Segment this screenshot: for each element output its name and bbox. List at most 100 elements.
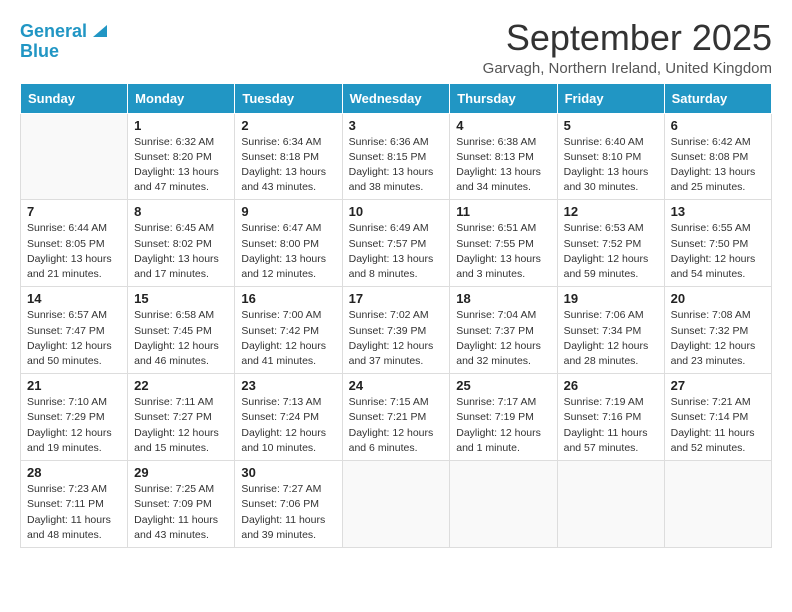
day-info: Sunrise: 6:34 AMSunset: 8:18 PMDaylight:… bbox=[241, 135, 335, 196]
day-number: 5 bbox=[564, 118, 658, 133]
calendar-cell bbox=[342, 461, 450, 548]
calendar-cell: 28 Sunrise: 7:23 AMSunset: 7:11 PMDayligh… bbox=[21, 461, 128, 548]
day-info: Sunrise: 7:10 AMSunset: 7:29 PMDaylight:… bbox=[27, 395, 121, 456]
calendar-cell: 14 Sunrise: 6:57 AMSunset: 7:47 PMDayligh… bbox=[21, 287, 128, 374]
page: General Blue September 2025 Garvagh, Nor… bbox=[0, 0, 792, 612]
calendar-week-row: 7Sunrise: 6:44 AMSunset: 8:05 PMDaylight… bbox=[21, 200, 772, 287]
day-number: 25 bbox=[456, 378, 550, 393]
calendar-cell: 1Sunrise: 6:32 AMSunset: 8:20 PMDaylight… bbox=[128, 113, 235, 200]
day-number: 29 bbox=[134, 465, 228, 480]
calendar-cell: 13 Sunrise: 6:55 AMSunset: 7:50 PMDayligh… bbox=[664, 200, 771, 287]
calendar-cell bbox=[664, 461, 771, 548]
day-number: 23 bbox=[241, 378, 335, 393]
calendar-cell: 26Sunrise: 7:19 AMSunset: 7:16 PMDayligh… bbox=[557, 374, 664, 461]
calendar-cell: 10 Sunrise: 6:49 AMSunset: 7:57 PMDayligh… bbox=[342, 200, 450, 287]
header: General Blue September 2025 Garvagh, Nor… bbox=[20, 18, 772, 77]
day-info: Sunrise: 6:49 AMSunset: 7:57 PMDaylight:… bbox=[349, 221, 444, 282]
day-number: 4 bbox=[456, 118, 550, 133]
logo-subtext: Blue bbox=[20, 41, 59, 61]
day-info: Sunrise: 6:42 AMSunset: 8:08 PMDaylight:… bbox=[671, 135, 765, 196]
calendar-cell: 22 Sunrise: 7:11 AMSunset: 7:27 PMDayligh… bbox=[128, 374, 235, 461]
calendar-header-row: SundayMondayTuesdayWednesdayThursdayFrid… bbox=[21, 83, 772, 113]
header-day-sunday: Sunday bbox=[21, 83, 128, 113]
day-number: 3 bbox=[349, 118, 444, 133]
header-day-saturday: Saturday bbox=[664, 83, 771, 113]
calendar-cell: 25 Sunrise: 7:17 AMSunset: 7:19 PMDayligh… bbox=[450, 374, 557, 461]
day-info: Sunrise: 6:53 AMSunset: 7:52 PMDaylight:… bbox=[564, 221, 658, 282]
day-number: 21 bbox=[27, 378, 121, 393]
calendar-cell: 6 Sunrise: 6:42 AMSunset: 8:08 PMDaylight… bbox=[664, 113, 771, 200]
day-info: Sunrise: 6:45 AMSunset: 8:02 PMDaylight:… bbox=[134, 221, 228, 282]
calendar-cell: 12 Sunrise: 6:53 AMSunset: 7:52 PMDayligh… bbox=[557, 200, 664, 287]
header-day-monday: Monday bbox=[128, 83, 235, 113]
day-info: Sunrise: 7:02 AMSunset: 7:39 PMDaylight:… bbox=[349, 308, 444, 369]
month-title: September 2025 bbox=[483, 18, 772, 58]
day-info: Sunrise: 7:25 AMSunset: 7:09 PMDaylight:… bbox=[134, 482, 228, 543]
day-number: 6 bbox=[671, 118, 765, 133]
calendar-cell: 4 Sunrise: 6:38 AMSunset: 8:13 PMDaylight… bbox=[450, 113, 557, 200]
day-number: 14 bbox=[27, 291, 121, 306]
header-day-tuesday: Tuesday bbox=[235, 83, 342, 113]
calendar-cell: 17 Sunrise: 7:02 AMSunset: 7:39 PMDayligh… bbox=[342, 287, 450, 374]
day-number: 12 bbox=[564, 204, 658, 219]
calendar-cell: 20Sunrise: 7:08 AMSunset: 7:32 PMDayligh… bbox=[664, 287, 771, 374]
day-info: Sunrise: 7:27 AMSunset: 7:06 PMDaylight:… bbox=[241, 482, 335, 543]
day-number: 11 bbox=[456, 204, 550, 219]
day-number: 24 bbox=[349, 378, 444, 393]
day-info: Sunrise: 6:51 AMSunset: 7:55 PMDaylight:… bbox=[456, 221, 550, 282]
day-number: 22 bbox=[134, 378, 228, 393]
calendar-cell bbox=[21, 113, 128, 200]
day-number: 8 bbox=[134, 204, 228, 219]
day-info: Sunrise: 7:23 AMSunset: 7:11 PMDaylight:… bbox=[27, 482, 121, 543]
header-day-wednesday: Wednesday bbox=[342, 83, 450, 113]
day-number: 27 bbox=[671, 378, 765, 393]
day-number: 9 bbox=[241, 204, 335, 219]
day-number: 30 bbox=[241, 465, 335, 480]
calendar-cell: 15 Sunrise: 6:58 AMSunset: 7:45 PMDayligh… bbox=[128, 287, 235, 374]
calendar-cell: 7Sunrise: 6:44 AMSunset: 8:05 PMDaylight… bbox=[21, 200, 128, 287]
day-number: 1 bbox=[134, 118, 228, 133]
location: Garvagh, Northern Ireland, United Kingdo… bbox=[483, 60, 772, 77]
calendar-cell: 23Sunrise: 7:13 AMSunset: 7:24 PMDayligh… bbox=[235, 374, 342, 461]
day-number: 16 bbox=[241, 291, 335, 306]
calendar-cell: 8 Sunrise: 6:45 AMSunset: 8:02 PMDaylight… bbox=[128, 200, 235, 287]
day-number: 28 bbox=[27, 465, 121, 480]
calendar-cell: 24 Sunrise: 7:15 AMSunset: 7:21 PMDayligh… bbox=[342, 374, 450, 461]
day-number: 26 bbox=[564, 378, 658, 393]
day-info: Sunrise: 7:21 AMSunset: 7:14 PMDaylight:… bbox=[671, 395, 765, 456]
day-info: Sunrise: 7:15 AMSunset: 7:21 PMDaylight:… bbox=[349, 395, 444, 456]
day-info: Sunrise: 7:11 AMSunset: 7:27 PMDaylight:… bbox=[134, 395, 228, 456]
day-info: Sunrise: 6:55 AMSunset: 7:50 PMDaylight:… bbox=[671, 221, 765, 282]
day-number: 10 bbox=[349, 204, 444, 219]
calendar-cell bbox=[450, 461, 557, 548]
day-info: Sunrise: 7:17 AMSunset: 7:19 PMDaylight:… bbox=[456, 395, 550, 456]
day-number: 15 bbox=[134, 291, 228, 306]
day-info: Sunrise: 6:58 AMSunset: 7:45 PMDaylight:… bbox=[134, 308, 228, 369]
calendar-cell: 29 Sunrise: 7:25 AMSunset: 7:09 PMDayligh… bbox=[128, 461, 235, 548]
calendar-cell: 3 Sunrise: 6:36 AMSunset: 8:15 PMDaylight… bbox=[342, 113, 450, 200]
title-block: September 2025 Garvagh, Northern Ireland… bbox=[483, 18, 772, 77]
calendar-week-row: 14 Sunrise: 6:57 AMSunset: 7:47 PMDayligh… bbox=[21, 287, 772, 374]
day-info: Sunrise: 6:38 AMSunset: 8:13 PMDaylight:… bbox=[456, 135, 550, 196]
calendar-cell: 19Sunrise: 7:06 AMSunset: 7:34 PMDayligh… bbox=[557, 287, 664, 374]
calendar-cell: 18Sunrise: 7:04 AMSunset: 7:37 PMDayligh… bbox=[450, 287, 557, 374]
calendar-cell: 11 Sunrise: 6:51 AMSunset: 7:55 PMDayligh… bbox=[450, 200, 557, 287]
logo-icon bbox=[89, 19, 111, 41]
day-info: Sunrise: 7:06 AMSunset: 7:34 PMDaylight:… bbox=[564, 308, 658, 369]
day-number: 17 bbox=[349, 291, 444, 306]
day-info: Sunrise: 6:57 AMSunset: 7:47 PMDaylight:… bbox=[27, 308, 121, 369]
day-number: 18 bbox=[456, 291, 550, 306]
day-info: Sunrise: 6:36 AMSunset: 8:15 PMDaylight:… bbox=[349, 135, 444, 196]
calendar-cell: 5 Sunrise: 6:40 AMSunset: 8:10 PMDaylight… bbox=[557, 113, 664, 200]
calendar-cell: 16Sunrise: 7:00 AMSunset: 7:42 PMDayligh… bbox=[235, 287, 342, 374]
day-number: 2 bbox=[241, 118, 335, 133]
day-info: Sunrise: 6:47 AMSunset: 8:00 PMDaylight:… bbox=[241, 221, 335, 282]
day-info: Sunrise: 6:40 AMSunset: 8:10 PMDaylight:… bbox=[564, 135, 658, 196]
day-number: 13 bbox=[671, 204, 765, 219]
header-day-friday: Friday bbox=[557, 83, 664, 113]
calendar-cell: 21 Sunrise: 7:10 AMSunset: 7:29 PMDayligh… bbox=[21, 374, 128, 461]
logo: General Blue bbox=[20, 22, 111, 62]
calendar-cell bbox=[557, 461, 664, 548]
day-info: Sunrise: 6:44 AMSunset: 8:05 PMDaylight:… bbox=[27, 221, 121, 282]
calendar: SundayMondayTuesdayWednesdayThursdayFrid… bbox=[20, 83, 772, 548]
